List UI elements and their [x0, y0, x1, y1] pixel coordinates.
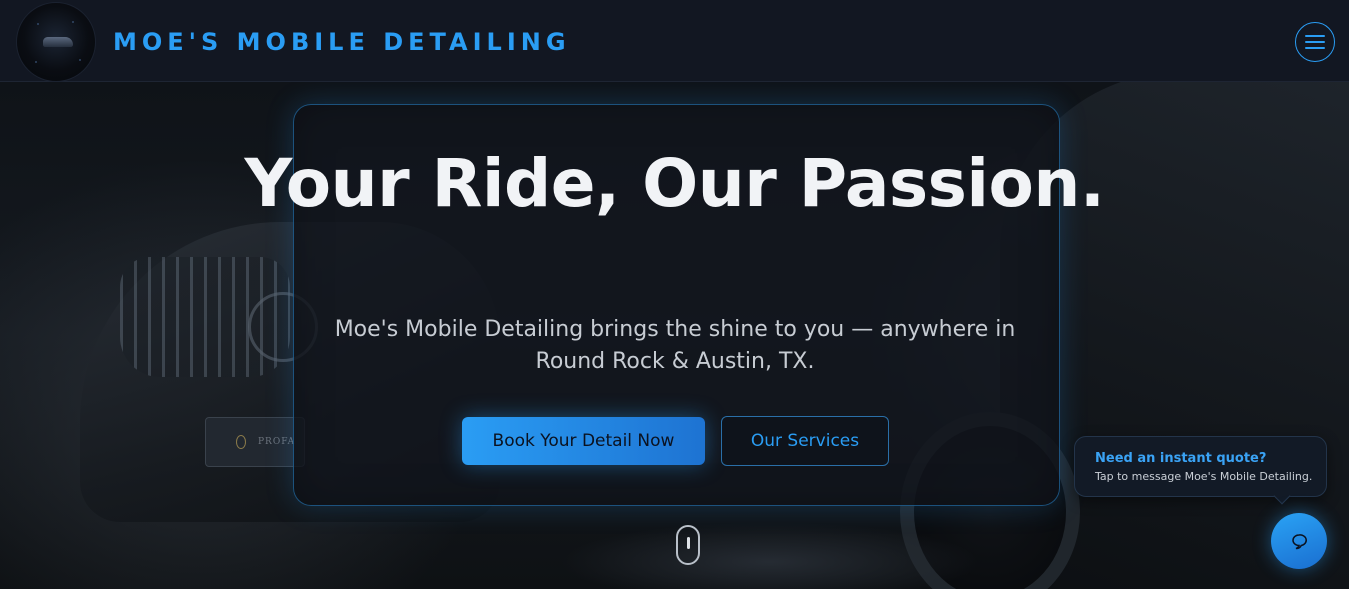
- plate-badge-icon: [236, 435, 246, 449]
- brand-name[interactable]: MOE'S MOBILE DETAILING: [113, 28, 571, 56]
- logo-speck: [35, 61, 37, 63]
- license-plate-image: PROFA: [205, 417, 305, 467]
- logo-speck: [37, 23, 39, 25]
- book-detail-button[interactable]: Book Your Detail Now: [462, 417, 705, 465]
- quote-bubble-title: Need an instant quote?: [1095, 451, 1267, 466]
- logo-speck: [79, 59, 81, 61]
- quote-bubble-text: Tap to message Moe's Mobile Detailing.: [1095, 470, 1313, 483]
- site-header: MOE'S MOBILE DETAILING: [0, 0, 1349, 82]
- mouse-scroll-icon[interactable]: [676, 525, 700, 565]
- our-services-button[interactable]: Our Services: [721, 416, 889, 466]
- menu-line: [1305, 35, 1325, 37]
- chat-icon: [1292, 534, 1307, 550]
- hamburger-menu-icon[interactable]: [1295, 22, 1335, 62]
- logo-speck: [72, 21, 74, 23]
- scroll-wheel-dot: [687, 537, 690, 549]
- chat-button[interactable]: [1271, 513, 1327, 569]
- hero-title: Your Ride, Our Passion.: [244, 145, 1105, 222]
- brand-logo-icon[interactable]: [16, 2, 96, 82]
- car-bumper-image: [560, 522, 980, 589]
- menu-line: [1305, 41, 1325, 43]
- hero-subtitle: Moe's Mobile Detailing brings the shine …: [334, 317, 1016, 374]
- logo-car-graphic: [43, 37, 73, 47]
- quote-bubble[interactable]: Need an instant quote? Tap to message Mo…: [1074, 436, 1327, 497]
- plate-text: PROFA: [258, 437, 296, 447]
- menu-line: [1305, 47, 1325, 49]
